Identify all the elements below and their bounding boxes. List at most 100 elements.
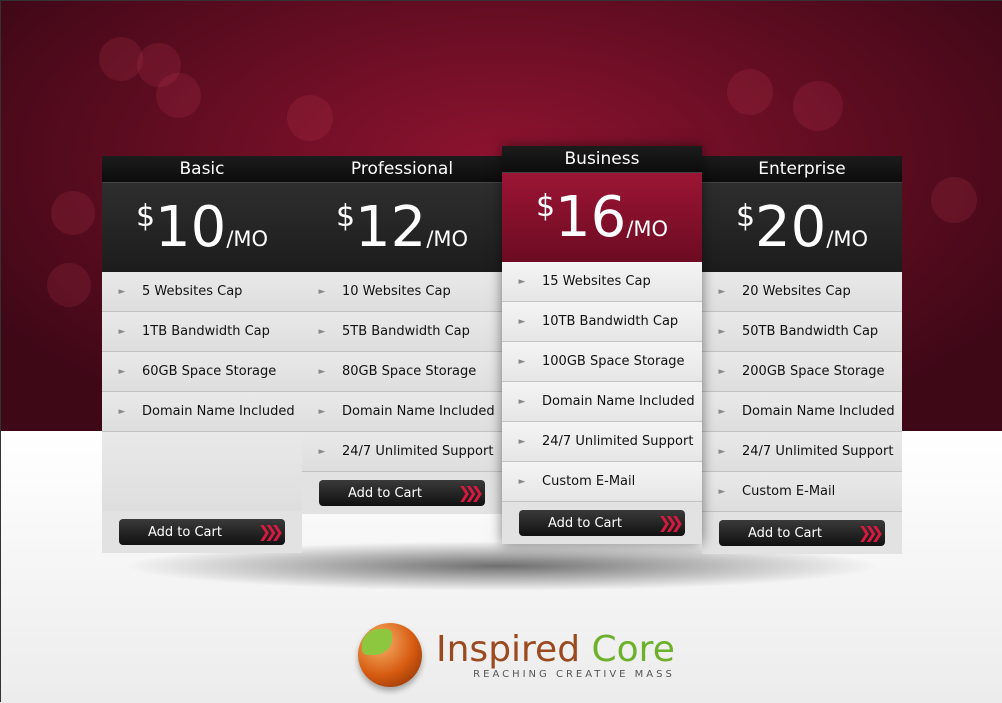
chevrons-icon: ❯❯❯ — [857, 523, 884, 542]
feature-text: Domain Name Included — [742, 404, 895, 419]
bokeh-decoration — [156, 73, 201, 118]
feature-row-empty — [102, 432, 302, 511]
plan-price: $20/MO — [702, 183, 902, 272]
feature-row: ► 24/7 Unlimited Support — [702, 432, 902, 472]
add-to-cart-button[interactable]: Add to Cart ❯❯❯ — [719, 520, 885, 546]
feature-row: ► 1TB Bandwidth Cap — [102, 312, 302, 352]
feature-row: ► 5TB Bandwidth Cap — [302, 312, 502, 352]
feature-row: ► 80GB Space Storage — [302, 352, 502, 392]
bullet-arrow-icon: ► — [718, 446, 726, 457]
price-currency: $ — [735, 199, 756, 234]
feature-text: Domain Name Included — [142, 404, 295, 419]
price-period: /MO — [226, 227, 269, 251]
feature-text: Domain Name Included — [342, 404, 495, 419]
feature-text: 200GB Space Storage — [742, 364, 885, 379]
feature-row: ► 10TB Bandwidth Cap — [502, 302, 702, 342]
feature-text: Custom E-Mail — [542, 474, 636, 489]
feature-row: ► Domain Name Included — [302, 392, 502, 432]
feature-text: 15 Websites Cap — [542, 274, 651, 289]
bullet-arrow-icon: ► — [518, 476, 526, 487]
add-to-cart-button[interactable]: Add to Cart ❯❯❯ — [519, 510, 685, 536]
feature-row: ► 20 Websites Cap — [702, 272, 902, 312]
bullet-arrow-icon: ► — [518, 436, 526, 447]
bullet-arrow-icon: ► — [318, 366, 326, 377]
price-period: /MO — [626, 217, 669, 241]
bullet-arrow-icon: ► — [518, 356, 526, 367]
price-amount: 12 — [355, 195, 427, 260]
feature-row: ► 100GB Space Storage — [502, 342, 702, 382]
feature-row: ► 10 Websites Cap — [302, 272, 502, 312]
bullet-arrow-icon: ► — [318, 446, 326, 457]
feature-row: ► 50TB Bandwidth Cap — [702, 312, 902, 352]
feature-text: 80GB Space Storage — [342, 364, 477, 379]
chevrons-icon: ❯❯❯ — [257, 522, 284, 541]
plan-card-professional: Professional $12/MO ► 10 Websites Cap ► 5TB… — [302, 156, 502, 514]
plan-card-enterprise: Enterprise $20/MO ► 20 Websites Cap ► 50TB … — [702, 156, 902, 554]
plan-price: $16/MO — [502, 173, 702, 262]
feature-text: 24/7 Unlimited Support — [542, 434, 694, 449]
bullet-arrow-icon: ► — [518, 396, 526, 407]
plan-name: Professional — [302, 156, 502, 183]
feature-row: ► Domain Name Included — [502, 382, 702, 422]
bokeh-decoration — [99, 37, 143, 81]
plan-name: Basic — [102, 156, 302, 183]
plan-card-business: Business $16/MO ► 15 Websites Cap ► 10TB Ba… — [502, 146, 702, 544]
bullet-arrow-icon: ► — [118, 366, 126, 377]
logo-word-core: Core — [591, 628, 675, 670]
logo-tagline: REACHING CREATIVE MASS — [473, 668, 675, 680]
bullet-arrow-icon: ► — [518, 316, 526, 327]
logo: Inspired Core REACHING CREATIVE MASS — [358, 623, 675, 687]
price-amount: 10 — [155, 195, 227, 260]
plan-card-basic: Basic $10/MO ► 5 Websites Cap ► 1TB Bandwid… — [102, 156, 302, 553]
add-to-cart-button[interactable]: Add to Cart ❯❯❯ — [319, 480, 485, 506]
add-to-cart-label: Add to Cart — [748, 525, 822, 541]
plan-name: Enterprise — [702, 156, 902, 183]
add-to-cart-label: Add to Cart — [348, 485, 422, 501]
bullet-arrow-icon: ► — [718, 486, 726, 497]
bullet-arrow-icon: ► — [518, 276, 526, 287]
bullet-arrow-icon: ► — [718, 286, 726, 297]
price-period: /MO — [826, 227, 869, 251]
feature-text: 100GB Space Storage — [542, 354, 685, 369]
feature-text: 5TB Bandwidth Cap — [342, 324, 470, 339]
feature-row: ► Custom E-Mail — [502, 462, 702, 502]
plan-price: $10/MO — [102, 183, 302, 272]
feature-row: ► 24/7 Unlimited Support — [302, 432, 502, 472]
chevrons-icon: ❯❯❯ — [657, 513, 684, 532]
bullet-arrow-icon: ► — [118, 406, 126, 417]
bullet-arrow-icon: ► — [718, 406, 726, 417]
price-currency: $ — [535, 189, 556, 224]
bokeh-decoration — [931, 177, 977, 223]
bokeh-decoration — [727, 69, 773, 115]
add-to-cart-label: Add to Cart — [548, 515, 622, 531]
price-period: /MO — [426, 227, 469, 251]
logo-word-inspired: Inspired — [436, 628, 581, 670]
bokeh-decoration — [287, 95, 333, 141]
feature-row: ► Domain Name Included — [102, 392, 302, 432]
feature-text: Domain Name Included — [542, 394, 695, 409]
bullet-arrow-icon: ► — [318, 286, 326, 297]
feature-text: 1TB Bandwidth Cap — [142, 324, 270, 339]
feature-row: ► 200GB Space Storage — [702, 352, 902, 392]
feature-row: ► 5 Websites Cap — [102, 272, 302, 312]
feature-text: 24/7 Unlimited Support — [342, 444, 494, 459]
price-amount: 16 — [555, 185, 627, 250]
feature-text: 5 Websites Cap — [142, 284, 243, 299]
feature-text: 50TB Bandwidth Cap — [742, 324, 879, 339]
add-to-cart-label: Add to Cart — [148, 524, 222, 540]
bullet-arrow-icon: ► — [118, 326, 126, 337]
feature-text: 10 Websites Cap — [342, 284, 451, 299]
price-amount: 20 — [755, 195, 827, 260]
bullet-arrow-icon: ► — [318, 406, 326, 417]
chevrons-icon: ❯❯❯ — [457, 483, 484, 502]
feature-row: ► Custom E-Mail — [702, 472, 902, 512]
feature-row: ► Domain Name Included — [702, 392, 902, 432]
bullet-arrow-icon: ► — [718, 326, 726, 337]
price-currency: $ — [335, 199, 356, 234]
plan-name: Business — [502, 146, 702, 173]
add-to-cart-button[interactable]: Add to Cart ❯❯❯ — [119, 519, 285, 545]
feature-text: 20 Websites Cap — [742, 284, 851, 299]
plan-price: $12/MO — [302, 183, 502, 272]
bokeh-decoration — [793, 81, 843, 131]
bokeh-decoration — [51, 191, 95, 235]
